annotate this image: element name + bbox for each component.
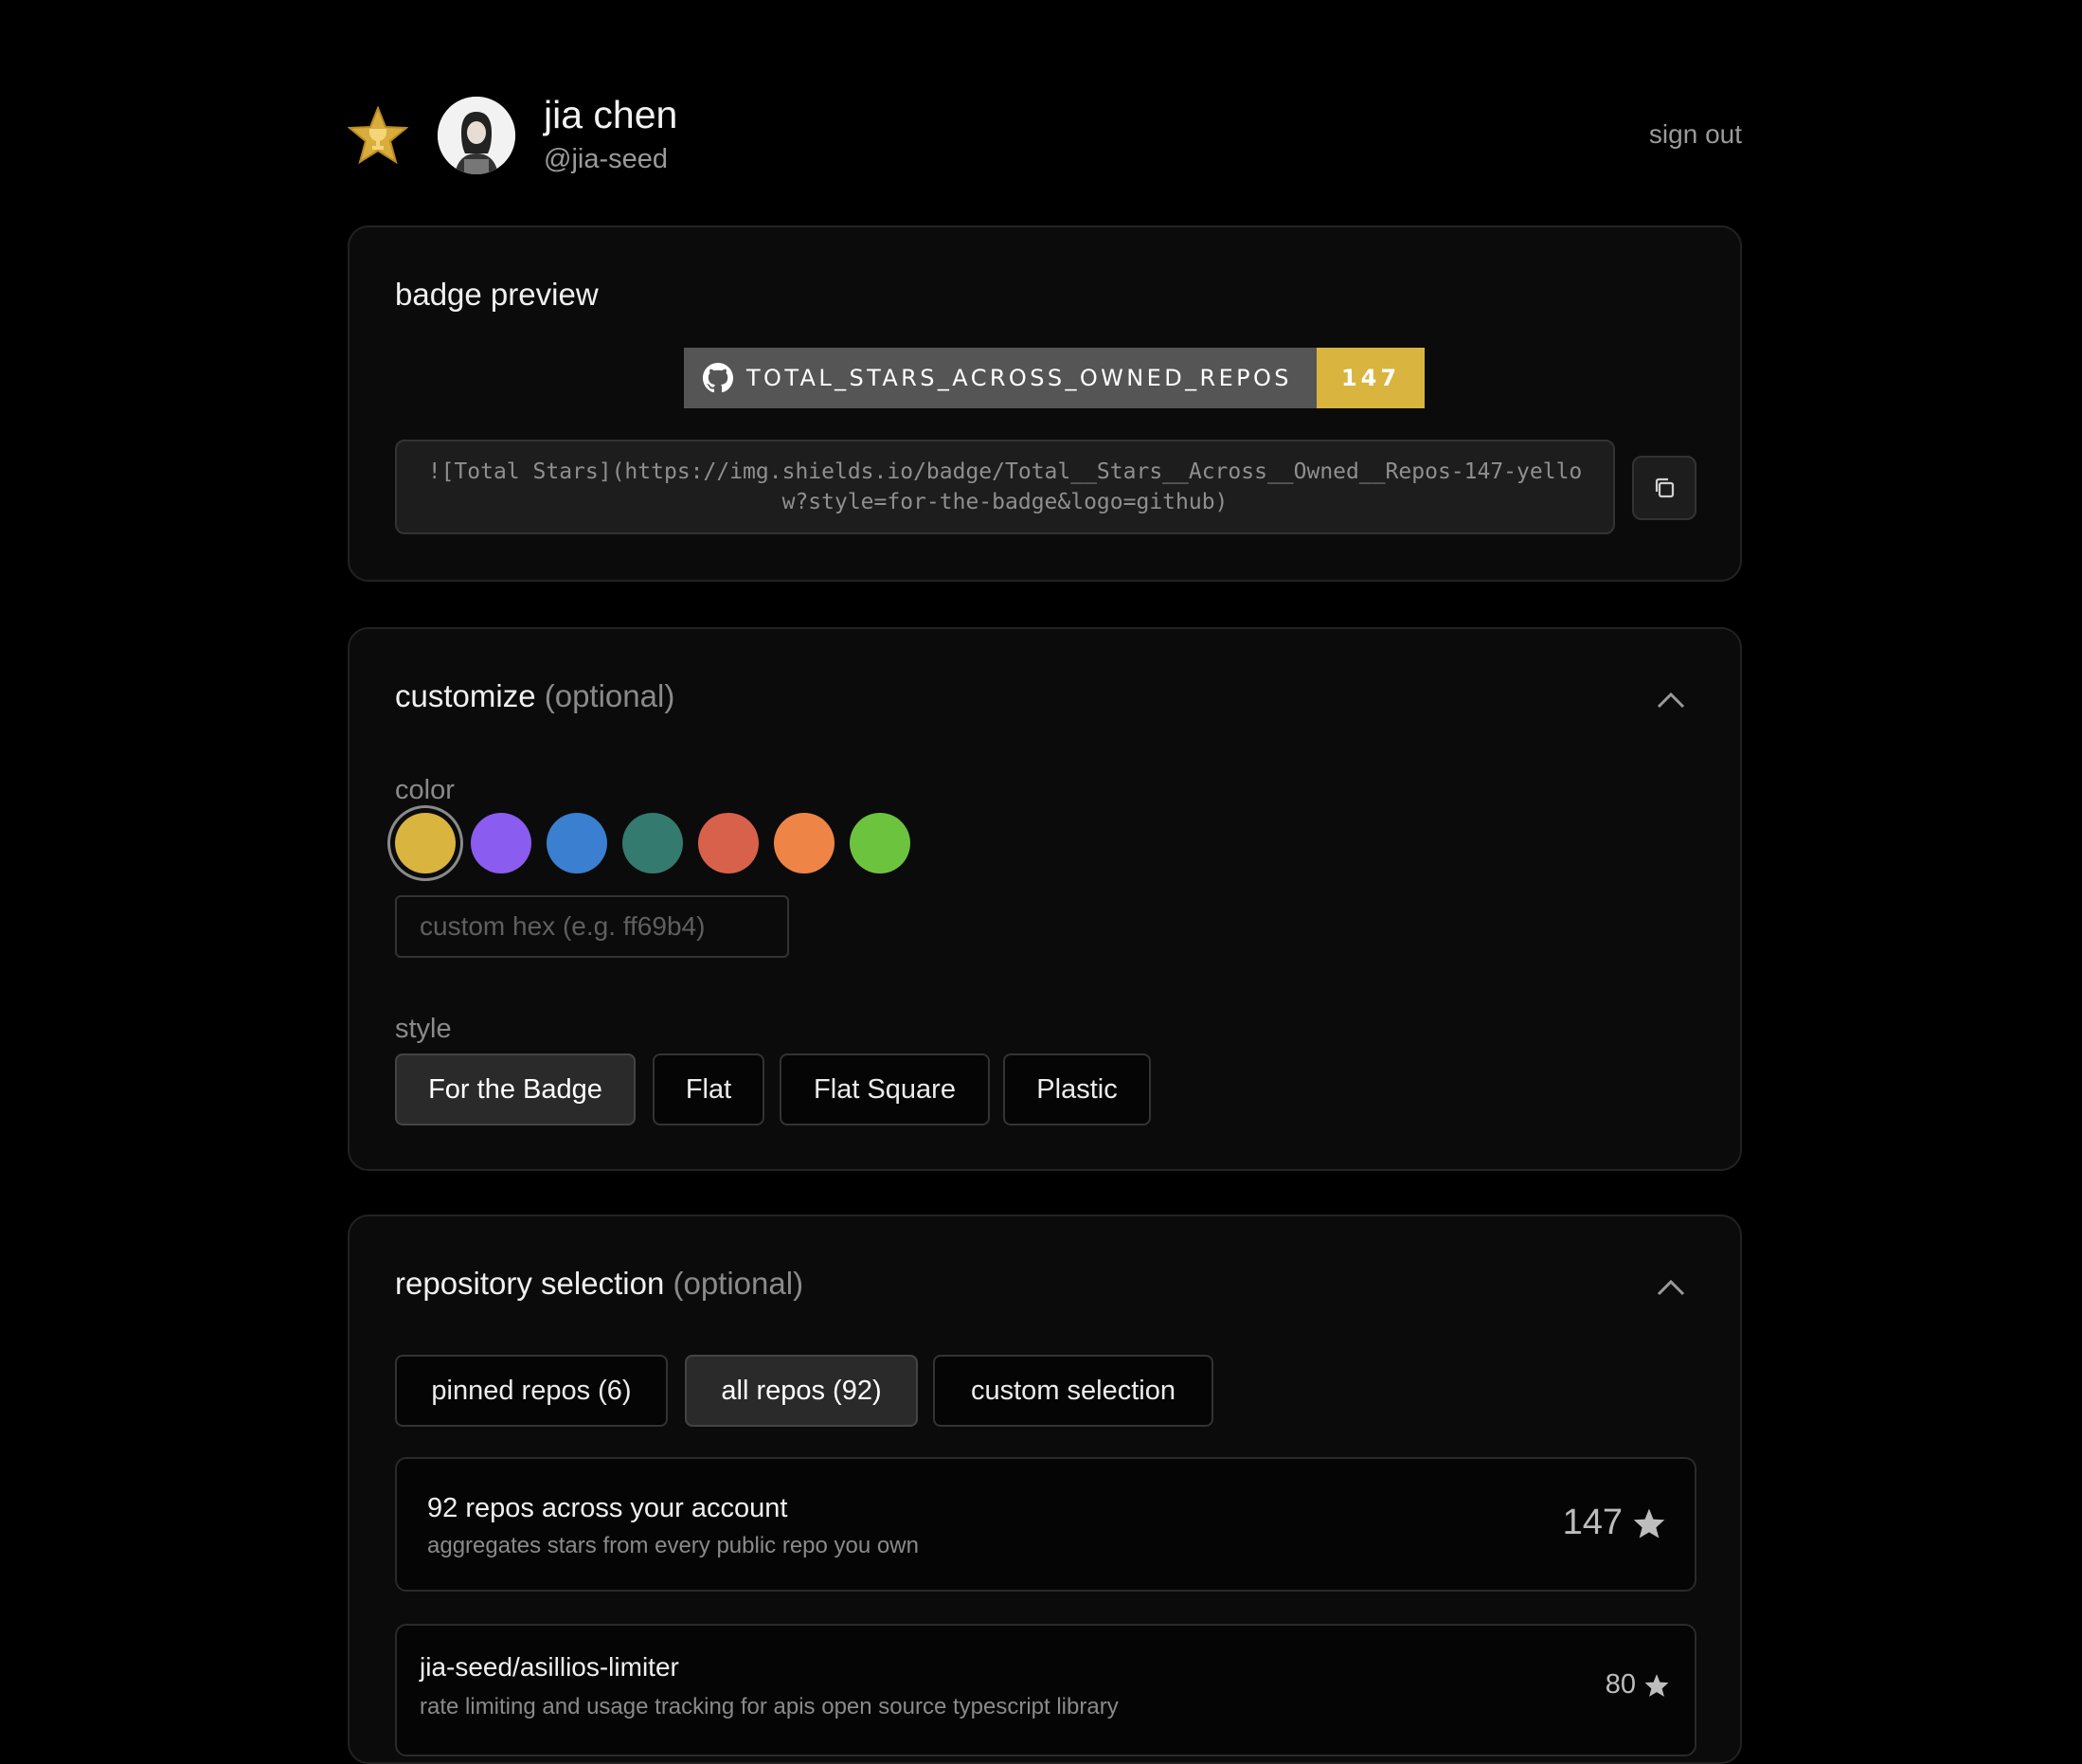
- tab-custom-selection[interactable]: custom selection: [933, 1355, 1213, 1427]
- copy-icon: [1655, 477, 1675, 498]
- repos-summary-subtitle: aggregates stars from every public repo …: [427, 1533, 919, 1558]
- chevron-up-icon[interactable]: [1655, 1277, 1687, 1298]
- sign-out-button[interactable]: sign out: [1649, 119, 1742, 150]
- color-swatch[interactable]: [850, 813, 910, 873]
- repos-summary: 92 repos across your account aggregates …: [395, 1457, 1696, 1592]
- avatar-image: [438, 97, 515, 174]
- custom-hex-input[interactable]: [395, 895, 789, 958]
- style-option-plastic[interactable]: Plastic: [1003, 1053, 1151, 1125]
- color-swatch[interactable]: [622, 813, 683, 873]
- avatar: [438, 97, 515, 174]
- copy-button[interactable]: [1632, 456, 1696, 520]
- badge-value: 147: [1316, 348, 1426, 408]
- color-swatch[interactable]: [774, 813, 835, 873]
- color-swatch[interactable]: [698, 813, 759, 873]
- style-label: style: [395, 1014, 452, 1044]
- repository-selection-title[interactable]: repository selection (optional): [395, 1266, 803, 1302]
- tab-all-repos[interactable]: all repos (92): [685, 1355, 918, 1427]
- repo-star-count-value: 80: [1605, 1669, 1636, 1700]
- color-label: color: [395, 775, 455, 805]
- customize-title[interactable]: customize (optional): [395, 678, 674, 714]
- star-icon: [1633, 1507, 1665, 1539]
- color-swatch[interactable]: [395, 813, 456, 873]
- star-trophy-icon: [348, 106, 408, 165]
- style-option-for-the-badge[interactable]: For the Badge: [395, 1053, 636, 1125]
- repos-summary-star-count: 147: [1563, 1503, 1666, 1543]
- user-handle: @jia-seed: [544, 144, 668, 174]
- star-count-value: 147: [1562, 1503, 1623, 1542]
- profile-header: jia chen @jia-seed sign out: [348, 93, 1742, 178]
- customize-optional-tag: (optional): [544, 678, 675, 713]
- repository-optional-tag: (optional): [673, 1266, 804, 1301]
- badge-preview: TOTAL_STARS_ACROSS_OWNED_REPOS 147: [684, 348, 1426, 408]
- style-option-flat[interactable]: Flat: [653, 1053, 764, 1125]
- badge-preview-card: badge preview TOTAL_STARS_ACROSS_OWNED_R…: [348, 225, 1742, 582]
- customize-heading: customize: [395, 678, 536, 713]
- color-swatch[interactable]: [547, 813, 607, 873]
- customize-card: customize (optional) color style For the…: [348, 627, 1742, 1171]
- style-option-flat-square[interactable]: Flat Square: [780, 1053, 990, 1125]
- star-icon: [1644, 1673, 1669, 1697]
- tab-pinned-repos[interactable]: pinned repos (6): [395, 1355, 668, 1427]
- repository-selection-card: repository selection (optional) pinned r…: [348, 1215, 1742, 1764]
- repos-summary-title: 92 repos across your account: [427, 1493, 788, 1523]
- repo-name: jia-seed/asillios-limiter: [420, 1652, 679, 1682]
- repository-selection-heading: repository selection: [395, 1266, 665, 1301]
- github-icon: [703, 363, 733, 393]
- repo-description: rate limiting and usage tracking for api…: [420, 1694, 1119, 1719]
- badge-markdown-code[interactable]: ![Total Stars](https://img.shields.io/ba…: [395, 440, 1615, 534]
- repo-list-item[interactable]: jia-seed/asillios-limiter rate limiting …: [395, 1624, 1696, 1756]
- badge-preview-title: badge preview: [395, 277, 599, 312]
- chevron-up-icon[interactable]: [1655, 690, 1687, 711]
- repo-star-count: 80: [1606, 1669, 1670, 1701]
- user-name: jia chen: [544, 93, 678, 136]
- badge-label-section: TOTAL_STARS_ACROSS_OWNED_REPOS: [684, 348, 1317, 408]
- color-swatch[interactable]: [471, 813, 531, 873]
- badge-label-text: TOTAL_STARS_ACROSS_OWNED_REPOS: [746, 365, 1292, 391]
